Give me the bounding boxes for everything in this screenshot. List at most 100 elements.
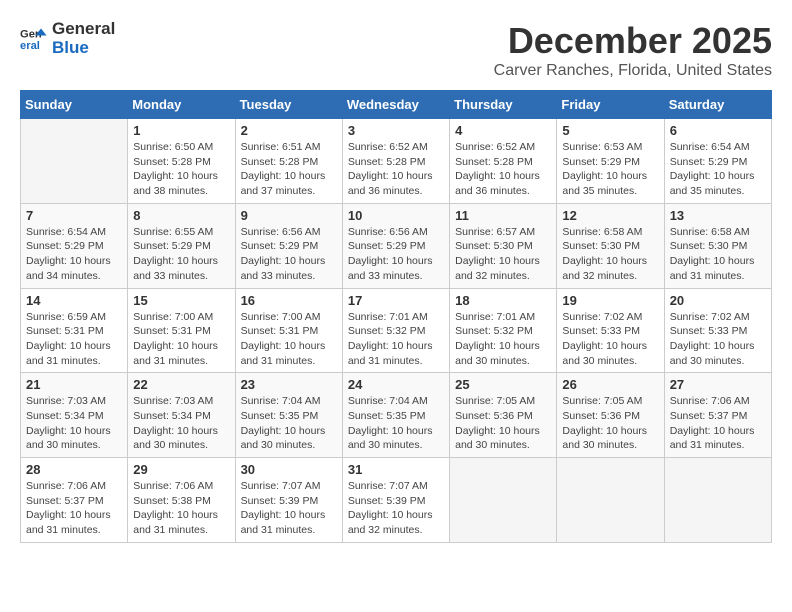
day-number: 26 bbox=[562, 377, 658, 392]
day-number: 24 bbox=[348, 377, 444, 392]
table-row: 18 Sunrise: 7:01 AM Sunset: 5:32 PM Dayli… bbox=[450, 288, 557, 373]
table-row: 22 Sunrise: 7:03 AM Sunset: 5:34 PM Dayli… bbox=[128, 373, 235, 458]
calendar-week-row: 1 Sunrise: 6:50 AM Sunset: 5:28 PM Daylig… bbox=[21, 119, 772, 204]
table-row: 24 Sunrise: 7:04 AM Sunset: 5:35 PM Dayli… bbox=[342, 373, 449, 458]
day-info: Sunrise: 7:03 AM Sunset: 5:34 PM Dayligh… bbox=[26, 394, 122, 453]
day-number: 4 bbox=[455, 123, 551, 138]
day-number: 23 bbox=[241, 377, 337, 392]
table-row: 26 Sunrise: 7:05 AM Sunset: 5:36 PM Dayli… bbox=[557, 373, 664, 458]
header-sunday: Sunday bbox=[21, 91, 128, 119]
day-info: Sunrise: 7:07 AM Sunset: 5:39 PM Dayligh… bbox=[241, 479, 337, 538]
day-number: 28 bbox=[26, 462, 122, 477]
table-row: 20Sunrise: 7:02 AM Sunset: 5:33 PM Dayli… bbox=[664, 288, 771, 373]
weekday-header-row: Sunday Monday Tuesday Wednesday Thursday… bbox=[21, 91, 772, 119]
day-number: 11 bbox=[455, 208, 551, 223]
day-info: Sunrise: 7:01 AM Sunset: 5:32 PM Dayligh… bbox=[348, 310, 444, 369]
calendar-header: Sunday Monday Tuesday Wednesday Thursday… bbox=[21, 91, 772, 119]
day-number: 2 bbox=[241, 123, 337, 138]
day-info: Sunrise: 6:55 AM Sunset: 5:29 PM Dayligh… bbox=[133, 225, 229, 284]
day-number: 1 bbox=[133, 123, 229, 138]
table-row bbox=[21, 119, 128, 204]
table-row: 9 Sunrise: 6:56 AM Sunset: 5:29 PM Daylig… bbox=[235, 203, 342, 288]
day-number: 16 bbox=[241, 293, 337, 308]
header-tuesday: Tuesday bbox=[235, 91, 342, 119]
day-info: Sunrise: 7:06 AM Sunset: 5:37 PM Dayligh… bbox=[670, 394, 766, 453]
day-info: Sunrise: 6:54 AM Sunset: 5:29 PM Dayligh… bbox=[670, 140, 766, 199]
table-row: 11Sunrise: 6:57 AM Sunset: 5:30 PM Dayli… bbox=[450, 203, 557, 288]
table-row: 14 Sunrise: 6:59 AM Sunset: 5:31 PM Dayli… bbox=[21, 288, 128, 373]
day-number: 14 bbox=[26, 293, 122, 308]
table-row: 25Sunrise: 7:05 AM Sunset: 5:36 PM Dayli… bbox=[450, 373, 557, 458]
table-row: 15 Sunrise: 7:00 AM Sunset: 5:31 PM Dayli… bbox=[128, 288, 235, 373]
header-monday: Monday bbox=[128, 91, 235, 119]
table-row: 13Sunrise: 6:58 AM Sunset: 5:30 PM Dayli… bbox=[664, 203, 771, 288]
title-area: December 2025 Carver Ranches, Florida, U… bbox=[494, 20, 772, 80]
table-row: 31 Sunrise: 7:07 AM Sunset: 5:39 PM Dayli… bbox=[342, 458, 449, 543]
day-info: Sunrise: 7:03 AM Sunset: 5:34 PM Dayligh… bbox=[133, 394, 229, 453]
table-row: 8 Sunrise: 6:55 AM Sunset: 5:29 PM Daylig… bbox=[128, 203, 235, 288]
logo: Gen eral General Blue bbox=[20, 20, 115, 57]
day-number: 27 bbox=[670, 377, 766, 392]
day-number: 3 bbox=[348, 123, 444, 138]
day-info: Sunrise: 6:54 AM Sunset: 5:29 PM Dayligh… bbox=[26, 225, 122, 284]
svg-text:eral: eral bbox=[20, 39, 40, 51]
day-number: 6 bbox=[670, 123, 766, 138]
day-number: 7 bbox=[26, 208, 122, 223]
day-info: Sunrise: 7:01 AM Sunset: 5:32 PM Dayligh… bbox=[455, 310, 551, 369]
day-number: 30 bbox=[241, 462, 337, 477]
calendar-subtitle: Carver Ranches, Florida, United States bbox=[494, 62, 772, 80]
day-info: Sunrise: 7:00 AM Sunset: 5:31 PM Dayligh… bbox=[241, 310, 337, 369]
table-row bbox=[557, 458, 664, 543]
header-saturday: Saturday bbox=[664, 91, 771, 119]
day-info: Sunrise: 7:06 AM Sunset: 5:37 PM Dayligh… bbox=[26, 479, 122, 538]
table-row: 4 Sunrise: 6:52 AM Sunset: 5:28 PM Daylig… bbox=[450, 119, 557, 204]
table-row: 21 Sunrise: 7:03 AM Sunset: 5:34 PM Dayli… bbox=[21, 373, 128, 458]
day-info: Sunrise: 6:56 AM Sunset: 5:29 PM Dayligh… bbox=[241, 225, 337, 284]
day-number: 9 bbox=[241, 208, 337, 223]
day-number: 22 bbox=[133, 377, 229, 392]
calendar-week-row: 21 Sunrise: 7:03 AM Sunset: 5:34 PM Dayli… bbox=[21, 373, 772, 458]
day-info: Sunrise: 6:51 AM Sunset: 5:28 PM Dayligh… bbox=[241, 140, 337, 199]
table-row: 19 Sunrise: 7:02 AM Sunset: 5:33 PM Dayli… bbox=[557, 288, 664, 373]
table-row: 23Sunrise: 7:04 AM Sunset: 5:35 PM Dayli… bbox=[235, 373, 342, 458]
day-info: Sunrise: 6:59 AM Sunset: 5:31 PM Dayligh… bbox=[26, 310, 122, 369]
table-row: 7 Sunrise: 6:54 AM Sunset: 5:29 PM Daylig… bbox=[21, 203, 128, 288]
day-info: Sunrise: 7:04 AM Sunset: 5:35 PM Dayligh… bbox=[348, 394, 444, 453]
day-number: 8 bbox=[133, 208, 229, 223]
day-info: Sunrise: 6:58 AM Sunset: 5:30 PM Dayligh… bbox=[670, 225, 766, 284]
day-info: Sunrise: 6:52 AM Sunset: 5:28 PM Dayligh… bbox=[455, 140, 551, 199]
table-row: 6 Sunrise: 6:54 AM Sunset: 5:29 PM Daylig… bbox=[664, 119, 771, 204]
page-header: Gen eral General Blue December 2025 Carv… bbox=[20, 20, 772, 80]
calendar-week-row: 28 Sunrise: 7:06 AM Sunset: 5:37 PM Dayli… bbox=[21, 458, 772, 543]
table-row: 10Sunrise: 6:56 AM Sunset: 5:29 PM Dayli… bbox=[342, 203, 449, 288]
day-number: 21 bbox=[26, 377, 122, 392]
day-info: Sunrise: 6:56 AM Sunset: 5:29 PM Dayligh… bbox=[348, 225, 444, 284]
logo-text-line1: General bbox=[52, 20, 115, 39]
table-row: 30 Sunrise: 7:07 AM Sunset: 5:39 PM Dayli… bbox=[235, 458, 342, 543]
table-row: 29Sunrise: 7:06 AM Sunset: 5:38 PM Dayli… bbox=[128, 458, 235, 543]
calendar-body: 1 Sunrise: 6:50 AM Sunset: 5:28 PM Daylig… bbox=[21, 119, 772, 543]
logo-icon: Gen eral bbox=[20, 25, 48, 53]
day-number: 5 bbox=[562, 123, 658, 138]
day-number: 19 bbox=[562, 293, 658, 308]
day-info: Sunrise: 7:00 AM Sunset: 5:31 PM Dayligh… bbox=[133, 310, 229, 369]
day-info: Sunrise: 7:05 AM Sunset: 5:36 PM Dayligh… bbox=[562, 394, 658, 453]
header-wednesday: Wednesday bbox=[342, 91, 449, 119]
day-info: Sunrise: 6:50 AM Sunset: 5:28 PM Dayligh… bbox=[133, 140, 229, 199]
day-number: 15 bbox=[133, 293, 229, 308]
table-row: 5Sunrise: 6:53 AM Sunset: 5:29 PM Daylig… bbox=[557, 119, 664, 204]
table-row: 2 Sunrise: 6:51 AM Sunset: 5:28 PM Daylig… bbox=[235, 119, 342, 204]
day-info: Sunrise: 7:06 AM Sunset: 5:38 PM Dayligh… bbox=[133, 479, 229, 538]
calendar-week-row: 7 Sunrise: 6:54 AM Sunset: 5:29 PM Daylig… bbox=[21, 203, 772, 288]
day-info: Sunrise: 7:05 AM Sunset: 5:36 PM Dayligh… bbox=[455, 394, 551, 453]
day-info: Sunrise: 7:07 AM Sunset: 5:39 PM Dayligh… bbox=[348, 479, 444, 538]
day-number: 31 bbox=[348, 462, 444, 477]
header-friday: Friday bbox=[557, 91, 664, 119]
day-number: 18 bbox=[455, 293, 551, 308]
table-row: 27 Sunrise: 7:06 AM Sunset: 5:37 PM Dayli… bbox=[664, 373, 771, 458]
table-row bbox=[450, 458, 557, 543]
logo-text-line2: Blue bbox=[52, 39, 115, 58]
day-info: Sunrise: 7:02 AM Sunset: 5:33 PM Dayligh… bbox=[562, 310, 658, 369]
day-info: Sunrise: 6:58 AM Sunset: 5:30 PM Dayligh… bbox=[562, 225, 658, 284]
day-number: 17 bbox=[348, 293, 444, 308]
